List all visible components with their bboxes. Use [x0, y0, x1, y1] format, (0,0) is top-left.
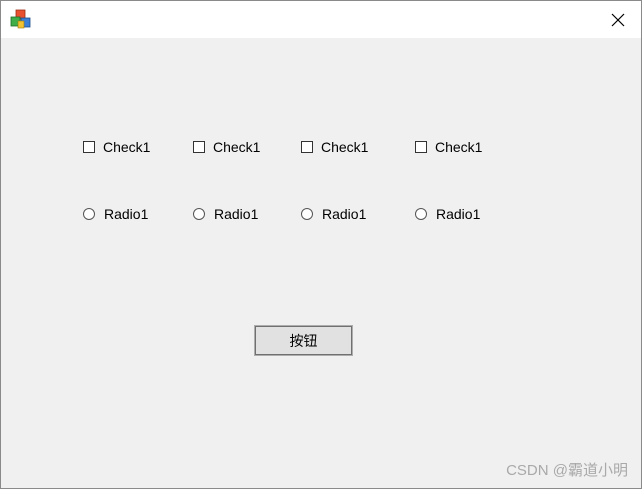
checkbox-box[interactable] — [301, 141, 313, 153]
checkbox-label: Check1 — [213, 139, 261, 155]
checkbox-4[interactable]: Check1 — [415, 137, 482, 157]
title-bar[interactable] — [1, 1, 641, 38]
radio-label: Radio1 — [322, 206, 367, 222]
radio-label: Radio1 — [104, 206, 149, 222]
radio-2[interactable]: Radio1 — [193, 204, 258, 224]
radio-circle[interactable] — [301, 208, 313, 220]
push-button[interactable]: 按钮 — [254, 325, 353, 356]
radio-label: Radio1 — [214, 206, 259, 222]
radio-circle[interactable] — [415, 208, 427, 220]
radio-3[interactable]: Radio1 — [301, 204, 366, 224]
csdn-watermark: CSDN @霸道小明 — [506, 462, 628, 479]
close-icon — [611, 13, 625, 27]
dialog-client-area: Check1 Check1 Check1 Check1 Radio1 Radio… — [1, 38, 641, 488]
checkbox-label: Check1 — [321, 139, 369, 155]
radio-circle[interactable] — [83, 208, 95, 220]
radio-label: Radio1 — [436, 206, 481, 222]
checkbox-1[interactable]: Check1 — [83, 137, 150, 157]
app-icon — [10, 9, 32, 31]
close-button[interactable] — [595, 1, 641, 38]
checkbox-box[interactable] — [415, 141, 427, 153]
checkbox-label: Check1 — [435, 139, 483, 155]
radio-circle[interactable] — [193, 208, 205, 220]
checkbox-box[interactable] — [193, 141, 205, 153]
radio-4[interactable]: Radio1 — [415, 204, 480, 224]
checkbox-box[interactable] — [83, 141, 95, 153]
checkbox-3[interactable]: Check1 — [301, 137, 368, 157]
radio-1[interactable]: Radio1 — [83, 204, 148, 224]
checkbox-label: Check1 — [103, 139, 151, 155]
dialog-window: Check1 Check1 Check1 Check1 Radio1 Radio… — [0, 0, 642, 489]
checkbox-2[interactable]: Check1 — [193, 137, 260, 157]
